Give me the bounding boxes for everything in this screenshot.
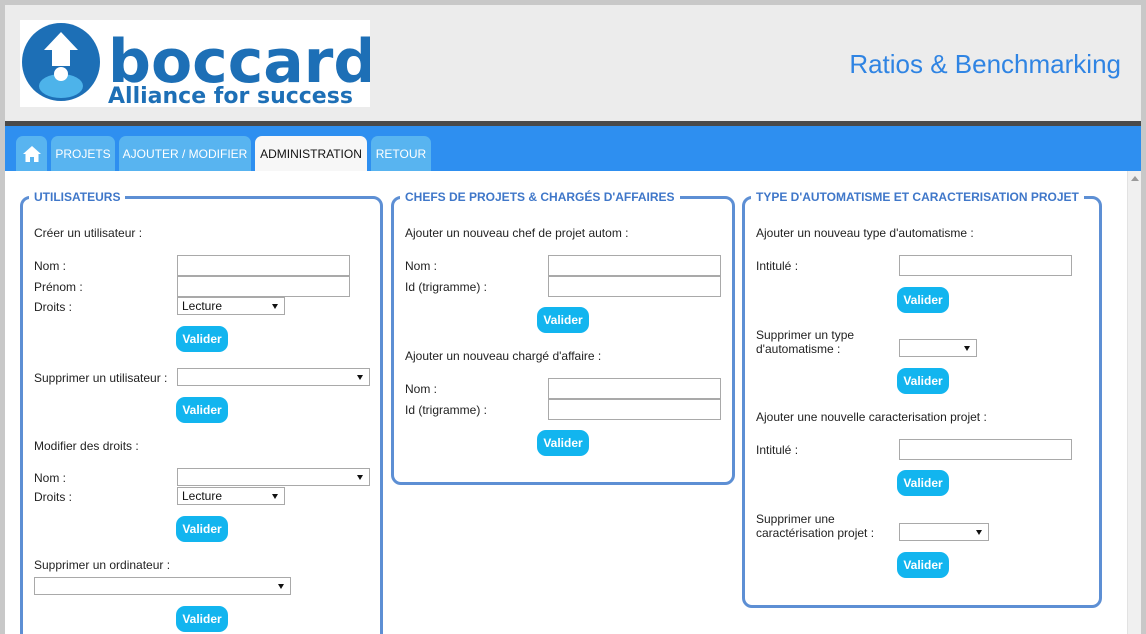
create-user-validate-button[interactable]: Valider [176,326,228,352]
delete-computer-select[interactable] [34,577,291,595]
add-carac-validate-button[interactable]: Valider [897,470,949,496]
user-nom-input[interactable] [177,255,350,276]
chevron-down-icon [357,475,363,480]
delete-type-label-line2: d'automatisme : [756,342,841,356]
modify-rights-validate-button[interactable]: Valider [176,516,228,542]
tab-home[interactable] [16,136,47,171]
chevron-down-icon [272,494,278,499]
charge-nom-input[interactable] [548,378,721,399]
user-droits-select[interactable]: Lecture [177,297,285,315]
modify-droits-select[interactable]: Lecture [177,487,285,505]
delete-carac-label-line1: Supprimer une [756,512,835,526]
chevron-down-icon [976,530,982,535]
add-chef-title: Ajouter un nouveau chef de projet autom … [405,226,629,240]
add-chef-validate-button[interactable]: Valider [537,307,589,333]
chef-id-input[interactable] [548,276,721,297]
tab-retour[interactable]: RETOUR [371,136,431,171]
users-panel-legend: UTILISATEURS [34,190,121,204]
types-panel-legend: TYPE D'AUTOMATISME ET CARACTERISATION PR… [756,190,1079,204]
carac-intitule-input[interactable] [899,439,1072,460]
delete-carac-select[interactable] [899,523,989,541]
user-prenom-input[interactable] [177,276,350,297]
chefs-panel-legend: CHEFS DE PROJETS & CHARGÉS D'AFFAIRES [405,190,675,204]
delete-carac-validate-button[interactable]: Valider [897,552,949,578]
types-panel: TYPE D'AUTOMATISME ET CARACTERISATION PR… [742,190,1102,608]
chevron-down-icon [272,304,278,309]
user-nom-label: Nom : [34,259,67,273]
delete-computer-validate-button[interactable]: Valider [176,606,228,632]
user-droits-value: Lecture [182,299,223,313]
logo-tagline: Alliance for success [108,84,353,107]
delete-type-validate-button[interactable]: Valider [897,368,949,394]
add-type-title: Ajouter un nouveau type d'automatisme : [756,226,974,240]
delete-carac-label-line2: caractérisation projet : [756,526,875,540]
delete-user-validate-button[interactable]: Valider [176,397,228,423]
chef-id-label: Id (trigramme) : [405,280,488,294]
logo-graphic: boccard Alliance for success [22,23,376,109]
chef-nom-input[interactable] [548,255,721,276]
chevron-down-icon [964,346,970,351]
charge-id-input[interactable] [548,399,721,420]
create-user-title: Créer un utilisateur : [34,226,143,240]
add-type-validate-button[interactable]: Valider [897,287,949,313]
user-droits-label: Droits : [34,300,73,314]
add-charge-validate-button[interactable]: Valider [537,430,589,456]
type-intitule-input[interactable] [899,255,1072,276]
chef-nom-label: Nom : [405,259,438,273]
modify-rights-title: Modifier des droits : [34,439,139,453]
charge-id-label: Id (trigramme) : [405,403,488,417]
delete-user-select[interactable] [177,368,370,386]
charge-nom-label: Nom : [405,382,438,396]
modify-nom-label: Nom : [34,471,67,485]
chevron-down-icon [278,584,284,589]
type-intitule-label: Intitulé : [756,259,799,273]
home-icon [22,145,41,162]
delete-type-label-line1: Supprimer un type [756,328,855,342]
app-window: boccard Alliance for success Ratios & Be… [5,5,1141,634]
add-charge-title: Ajouter un nouveau chargé d'affaire : [405,349,602,363]
boccard-logo: boccard Alliance for success [20,20,376,109]
scroll-up-arrow-icon[interactable] [1131,176,1139,181]
delete-computer-label: Supprimer un ordinateur : [34,558,171,572]
tab-administration[interactable]: ADMINISTRATION [255,136,367,171]
vertical-scrollbar[interactable] [1127,171,1141,634]
modify-nom-select[interactable] [177,468,370,486]
delete-type-select[interactable] [899,339,977,357]
carac-intitule-label: Intitulé : [756,443,799,457]
tab-ajouter-modifier[interactable]: AJOUTER / MODIFIER [119,136,251,171]
tab-projets[interactable]: PROJETS [51,136,115,171]
page-header: boccard Alliance for success Ratios & Be… [5,5,1141,121]
main-navigation: PROJETS AJOUTER / MODIFIER ADMINISTRATIO… [5,126,1141,171]
admin-content: UTILISATEURS Créer un utilisateur : Nom … [5,171,1127,634]
chevron-down-icon [357,375,363,380]
modify-droits-label: Droits : [34,490,73,504]
add-carac-title: Ajouter une nouvelle caracterisation pro… [756,410,987,424]
delete-user-label: Supprimer un utilisateur : [34,371,168,385]
app-title: Ratios & Benchmarking [849,49,1121,79]
modify-droits-value: Lecture [182,489,223,503]
user-prenom-label: Prénom : [34,280,83,294]
